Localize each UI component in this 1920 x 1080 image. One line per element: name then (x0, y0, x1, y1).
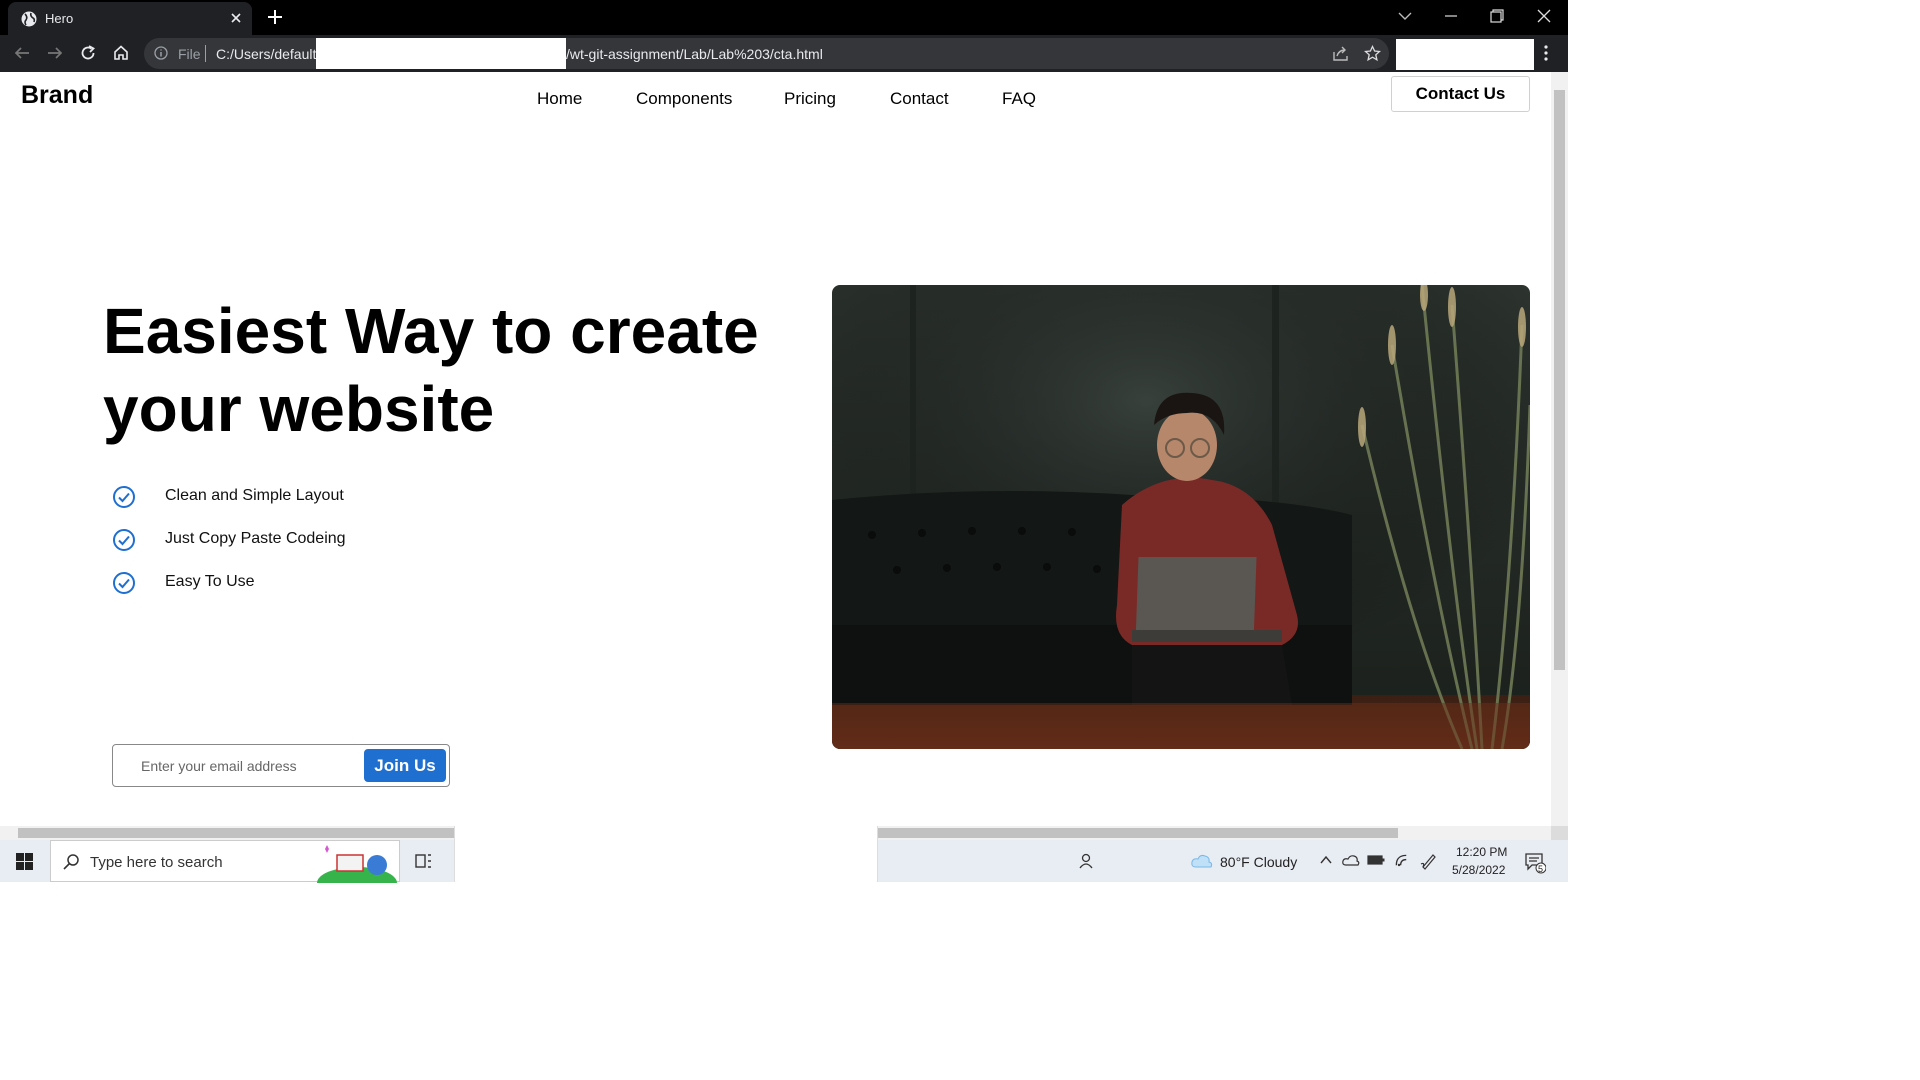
nav-link-pricing[interactable]: Pricing (784, 89, 836, 109)
feature-label: Easy To Use (165, 573, 255, 590)
onedrive-cloud-icon[interactable] (1342, 853, 1360, 867)
contact-us-button[interactable]: Contact Us (1391, 76, 1530, 112)
browser-tab-strip: Hero (0, 0, 1568, 35)
windows-start-icon[interactable] (16, 853, 33, 870)
reload-icon[interactable] (79, 44, 97, 62)
browser-tab[interactable]: Hero (8, 2, 252, 35)
browser-menu-icon[interactable] (1540, 44, 1552, 62)
bookmark-star-icon[interactable] (1364, 45, 1381, 62)
vertical-scroll-thumb[interactable] (1554, 90, 1565, 670)
hero-headline-line-1: Easiest Way to create (103, 295, 759, 367)
battery-icon[interactable] (1367, 854, 1385, 866)
email-signup-form: Join Us (112, 744, 450, 787)
nav-link-components[interactable]: Components (636, 89, 732, 109)
site-brand-logo[interactable]: Brand (21, 81, 93, 110)
tab-title: Hero (45, 11, 74, 26)
url-suffix: /wt-git-assignment/Lab/Lab%203/cta.html (566, 46, 823, 62)
close-window-icon[interactable] (1534, 6, 1554, 26)
tab-search-icon[interactable] (1395, 6, 1415, 26)
taskbar-search-box[interactable]: Type here to search (50, 840, 400, 883)
notification-count-badge: 5 (1538, 864, 1544, 874)
forward-icon[interactable] (46, 44, 64, 62)
task-view-icon[interactable] (415, 852, 433, 870)
scheme-label: File (178, 46, 201, 62)
hero-photo (832, 285, 1530, 749)
home-icon[interactable] (112, 44, 130, 62)
browser-toolbar: File C:/Users/default /wt-git-assignment… (0, 35, 1568, 72)
taskbar-preview-panel (454, 826, 878, 882)
people-icon[interactable] (1077, 852, 1095, 870)
cloud-weather-icon (1191, 854, 1213, 868)
feature-label: Clean and Simple Layout (165, 487, 344, 504)
clock-date[interactable]: 5/28/2022 (1452, 863, 1505, 877)
address-bar[interactable]: File C:/Users/default /wt-git-assignment… (144, 38, 1389, 69)
restore-icon[interactable] (1487, 6, 1507, 26)
redacted-profile-area (1396, 39, 1534, 70)
close-tab-icon[interactable] (228, 10, 244, 26)
nav-link-home[interactable]: Home (537, 89, 582, 109)
address-separator (205, 45, 206, 62)
search-highlight-icon (317, 845, 397, 883)
scrollbar-corner (1551, 826, 1568, 840)
nav-link-contact[interactable]: Contact (890, 89, 949, 109)
check-circle-icon (113, 529, 135, 551)
back-icon[interactable] (13, 44, 31, 62)
weather-readout[interactable]: 80°F Cloudy (1220, 854, 1297, 870)
feature-label: Just Copy Paste Codeing (165, 530, 346, 547)
url-prefix: C:/Users/default (216, 46, 317, 62)
check-circle-icon (113, 572, 135, 594)
info-icon[interactable] (154, 46, 168, 60)
windows-taskbar: Type here to search 80°F Cloudy 12:20 PM… (0, 826, 1568, 883)
nav-link-faq[interactable]: FAQ (1002, 89, 1036, 109)
pen-icon[interactable] (1419, 852, 1439, 870)
hero-headline-line-2: your website (103, 373, 495, 445)
new-tab-icon[interactable] (266, 8, 284, 26)
web-page: Brand Home Components Pricing Contact FA… (0, 72, 1551, 826)
search-icon (63, 854, 79, 870)
redacted-url-segment (316, 38, 566, 69)
chevron-up-icon[interactable] (1319, 854, 1333, 866)
share-icon[interactable] (1332, 45, 1349, 62)
check-circle-icon (113, 486, 135, 508)
minimize-icon[interactable] (1441, 6, 1461, 26)
join-us-button[interactable]: Join Us (364, 749, 446, 782)
email-input[interactable] (127, 750, 357, 781)
wifi-icon[interactable] (1393, 852, 1411, 868)
hero-headline: Easiest Way to create your website (103, 292, 823, 448)
globe-icon (21, 11, 37, 27)
vertical-scrollbar[interactable] (1551, 72, 1568, 826)
clock-time[interactable]: 12:20 PM (1456, 845, 1507, 859)
taskbar-search-placeholder: Type here to search (90, 854, 223, 871)
